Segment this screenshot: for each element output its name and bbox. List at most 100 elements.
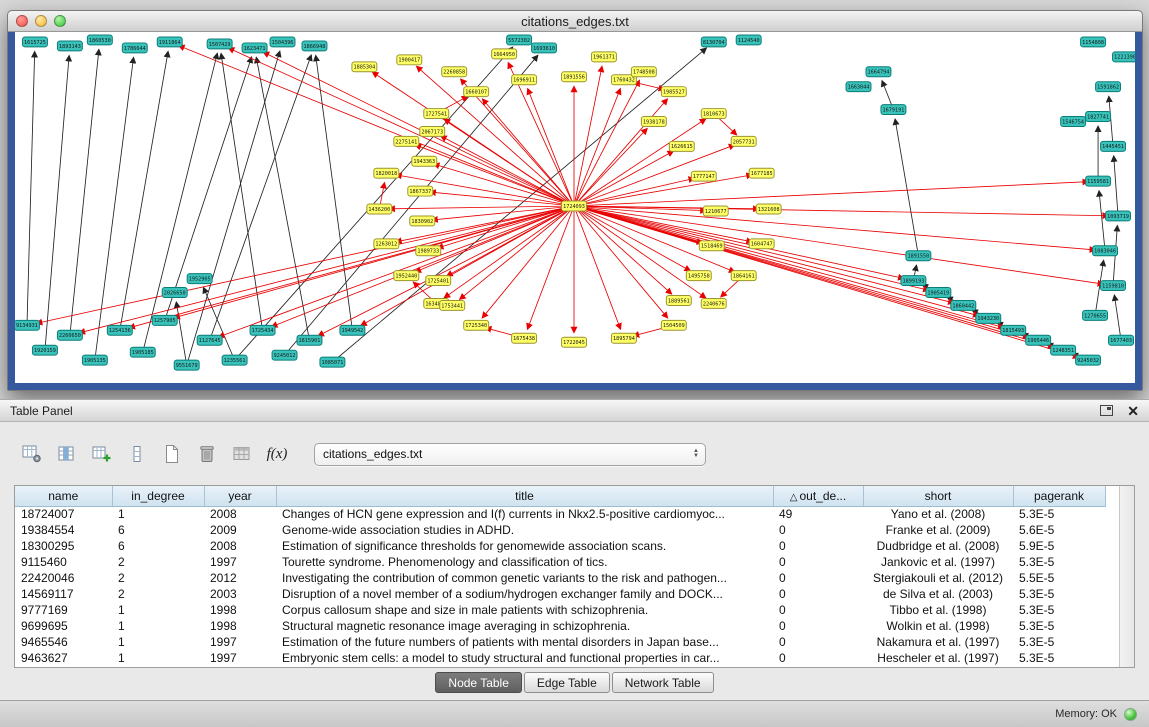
table-cell[interactable]: 1 [112, 650, 204, 666]
graph-node[interactable]: 1905419 [926, 288, 951, 298]
tab-edge-table[interactable]: Edge Table [524, 672, 610, 693]
table-cell[interactable]: 5.3E-5 [1013, 634, 1105, 650]
graph-node[interactable]: 1248351 [1051, 345, 1076, 355]
table-cell[interactable]: 1 [112, 618, 204, 634]
graph-node[interactable]: 1725401 [426, 276, 451, 286]
graph-node[interactable]: 1257905 [152, 315, 177, 325]
graph-edge[interactable] [574, 206, 1103, 284]
graph-edge[interactable] [574, 182, 1088, 206]
graph-node[interactable]: 1724093 [562, 201, 587, 211]
table-cell[interactable]: 5.3E-5 [1013, 602, 1105, 618]
table-cell[interactable]: 18724007 [15, 506, 112, 522]
table-row[interactable]: 946554611997Estimation of the future num… [15, 634, 1105, 650]
graph-node[interactable]: 9134931 [15, 320, 39, 330]
graph-edge[interactable] [574, 151, 673, 206]
graph-edge[interactable] [430, 192, 574, 206]
table-cell[interactable]: Estimation of significance thresholds fo… [276, 538, 773, 554]
create-column-button[interactable] [90, 442, 114, 466]
table-cell[interactable]: 1997 [204, 554, 276, 570]
table-row[interactable]: 969969511998Structural magnetic resonanc… [15, 618, 1105, 634]
table-cell[interactable]: Changes of HCN gene expression and I(f) … [276, 506, 773, 522]
table-cell[interactable]: 0 [773, 618, 863, 634]
graph-edge[interactable] [461, 79, 574, 206]
graph-edge[interactable] [27, 52, 35, 325]
float-panel-icon[interactable] [1100, 405, 1113, 416]
table-cell[interactable]: 0 [773, 586, 863, 602]
table-cell[interactable]: 1998 [204, 618, 276, 634]
column-header-out_de[interactable]: △out_de... [773, 486, 863, 506]
graph-edge[interactable] [574, 67, 602, 206]
graph-node[interactable]: 1623471 [242, 43, 267, 53]
graph-node[interactable]: 1159581 [1086, 176, 1111, 186]
table-cell[interactable]: Investigating the contribution of common… [276, 570, 773, 586]
graph-node[interactable]: 1943363 [412, 156, 437, 166]
table-cell[interactable]: Franke et al. (2009) [863, 522, 1013, 538]
graph-edge[interactable] [574, 178, 694, 206]
graph-node[interactable]: 5572302 [507, 35, 532, 45]
graph-edge[interactable] [210, 55, 312, 340]
network-canvas[interactable]: 1724093189155617604321985527181067320577… [15, 32, 1135, 383]
graph-edge[interactable] [318, 206, 574, 336]
table-cell[interactable]: 0 [773, 570, 863, 586]
graph-node[interactable]: 1786644 [122, 43, 147, 53]
graph-node[interactable]: 1725340 [464, 320, 489, 330]
table-cell[interactable]: 1 [112, 506, 204, 522]
graph-node[interactable]: 1777147 [691, 171, 716, 181]
graph-node[interactable]: 1938178 [641, 117, 666, 127]
graph-edge[interactable] [95, 58, 134, 360]
table-cell[interactable]: Nakamura et al. (1997) [863, 634, 1013, 650]
graph-edge[interactable] [574, 206, 690, 271]
graph-node[interactable]: 9551679 [174, 360, 199, 370]
graph-node[interactable]: 8130704 [701, 37, 726, 47]
graph-node[interactable]: 1221390 [1113, 52, 1135, 62]
table-cell[interactable]: 5.3E-5 [1013, 554, 1105, 570]
graph-edge[interactable] [176, 302, 186, 365]
table-cell[interactable]: 1 [112, 634, 204, 650]
graph-node[interactable]: 1895794 [611, 333, 636, 343]
table-row[interactable]: 946362711997Embryonic stem cells: a mode… [15, 650, 1105, 666]
table-row[interactable]: 1456911722003Disruption of a novel membe… [15, 586, 1105, 602]
graph-node[interactable]: 2260858 [442, 67, 467, 77]
graph-node[interactable]: 1693610 [532, 43, 557, 53]
graph-node[interactable]: 1905446 [1026, 335, 1051, 345]
table-cell[interactable]: 5.6E-5 [1013, 522, 1105, 538]
table-cell[interactable]: 9465546 [15, 634, 112, 650]
graph-node[interactable]: 1518469 [699, 241, 724, 251]
graph-node[interactable]: 1949542 [340, 325, 365, 335]
graph-edge[interactable] [574, 206, 904, 278]
graph-node[interactable]: 1127645 [197, 335, 222, 345]
graph-node[interactable]: 1154808 [1081, 37, 1106, 47]
graph-node[interactable]: 1085071 [320, 357, 345, 367]
graph-node[interactable]: 1679191 [881, 105, 906, 115]
graph-node[interactable]: 1210677 [703, 206, 728, 216]
graph-node[interactable]: 1235561 [222, 355, 247, 365]
graph-node[interactable]: 1270655 [1083, 310, 1108, 320]
column-header-title[interactable]: title [276, 486, 773, 506]
table-cell[interactable]: 18300295 [15, 538, 112, 554]
table-cell[interactable]: 6 [112, 522, 204, 538]
graph-node[interactable]: 1893143 [57, 41, 82, 51]
tab-node-table[interactable]: Node Table [435, 672, 522, 693]
graph-node[interactable]: 1943230 [976, 313, 1001, 323]
table-cell[interactable]: 9699695 [15, 618, 112, 634]
table-select-combobox[interactable]: citations_edges.txt ▲▼ [314, 443, 706, 466]
table-row[interactable]: 977716911998Corpus callosum shape and si… [15, 602, 1105, 618]
graph-edge[interactable] [120, 52, 168, 331]
table-cell[interactable]: Wolkin et al. (1998) [863, 618, 1013, 634]
graph-node[interactable]: 1911864 [157, 37, 182, 47]
table-cell[interactable]: 2003 [204, 586, 276, 602]
graph-node[interactable]: 1864161 [731, 271, 756, 281]
graph-node[interactable]: 1899193 [901, 276, 926, 286]
graph-edge[interactable] [483, 99, 574, 206]
graph-node[interactable]: 1985527 [661, 87, 686, 97]
new-table-button[interactable] [160, 442, 184, 466]
table-cell[interactable]: 9463627 [15, 650, 112, 666]
table-cell[interactable]: Disruption of a novel member of a sodium… [276, 586, 773, 602]
graph-node[interactable]: 9245012 [272, 350, 297, 360]
graph-node[interactable]: 1664950 [492, 49, 517, 59]
graph-node[interactable]: 2026650 [162, 288, 187, 298]
graph-edge[interactable] [574, 175, 752, 206]
table-cell[interactable]: 14569117 [15, 586, 112, 602]
table-cell[interactable]: Structural magnetic resonance image aver… [276, 618, 773, 634]
table-cell[interactable]: Tourette syndrome. Phenomenology and cla… [276, 554, 773, 570]
